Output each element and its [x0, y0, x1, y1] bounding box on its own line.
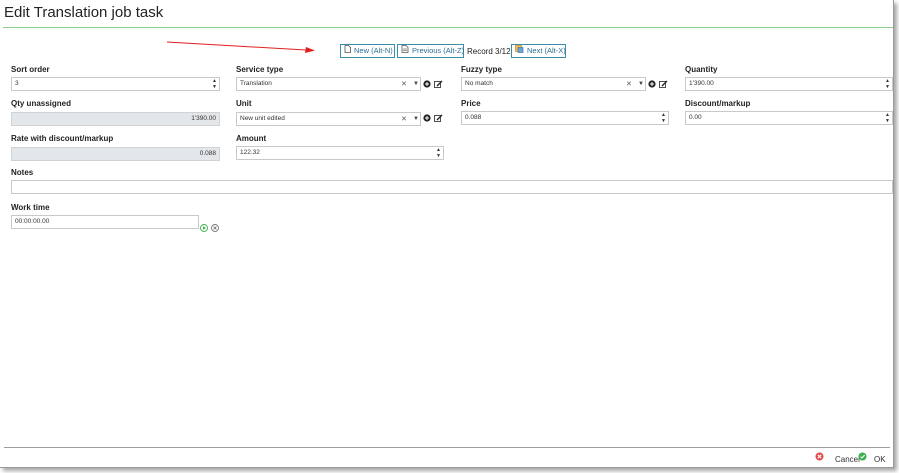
fuzzy-type-value: No match: [465, 80, 493, 87]
quantity-label: Quantity: [685, 65, 718, 74]
rate-with-discount-field: 0.088: [11, 147, 220, 161]
discount-stepper[interactable]: 0.00 ▲ ▼: [685, 111, 893, 125]
clear-icon[interactable]: ✕: [626, 78, 632, 91]
title-divider: [3, 27, 893, 28]
quantity-stepper[interactable]: 1'390.00 ▲ ▼: [685, 77, 893, 91]
discount-spinner[interactable]: ▲ ▼: [884, 112, 891, 124]
fuzzy-type-select[interactable]: No match ✕ ▼: [461, 77, 646, 91]
amount-stepper[interactable]: 122.32 ▲ ▼: [236, 146, 444, 160]
footer-divider: [4, 447, 890, 448]
sort-order-label: Sort order: [11, 65, 50, 74]
edit-fuzzy-type-icon[interactable]: [659, 80, 668, 92]
clear-icon[interactable]: ✕: [401, 78, 407, 91]
amount-label: Amount: [236, 134, 267, 143]
cancel-icon: [815, 452, 824, 463]
work-time-input[interactable]: 00:00:00.00: [11, 215, 199, 229]
add-unit-icon[interactable]: [423, 114, 431, 125]
price-value: 0.088: [465, 114, 482, 121]
annotation-arrow-icon: [166, 41, 315, 53]
qty-unassigned-label: Qty unassigned: [11, 99, 72, 108]
unit-label: Unit: [236, 99, 252, 108]
add-fuzzy-type-icon[interactable]: [648, 80, 656, 91]
fuzzy-type-label: Fuzzy type: [461, 65, 502, 74]
quantity-spinner[interactable]: ▲ ▼: [884, 78, 891, 90]
unit-value: New unit edited: [240, 115, 285, 122]
cancel-label: Cancel: [835, 455, 860, 464]
amount-spinner[interactable]: ▲ ▼: [435, 147, 442, 159]
edit-unit-icon[interactable]: [434, 114, 443, 126]
price-spinner[interactable]: ▲ ▼: [660, 112, 667, 124]
notes-input[interactable]: [11, 180, 893, 194]
ok-button[interactable]: OK: [858, 451, 886, 464]
record-counter: Record 3/12: [467, 47, 511, 56]
notes-label: Notes: [11, 168, 34, 177]
chevron-down-icon[interactable]: ▼: [413, 78, 419, 91]
previous-record-button[interactable]: Previous (Alt-Z): [397, 44, 464, 58]
play-timer-icon[interactable]: [200, 219, 208, 237]
ok-check-icon: [858, 452, 867, 463]
spin-down-icon[interactable]: ▼: [884, 118, 891, 124]
price-stepper[interactable]: 0.088 ▲ ▼: [461, 111, 669, 125]
cancel-button[interactable]: Cancel: [815, 451, 860, 464]
service-type-select[interactable]: Translation ✕ ▼: [236, 77, 421, 91]
service-type-value: Translation: [240, 80, 272, 87]
chevron-down-icon[interactable]: ▼: [413, 113, 419, 126]
next-record-label: Next (Alt-X): [527, 46, 566, 55]
new-document-icon: [344, 44, 351, 58]
quantity-value: 1'390.00: [689, 80, 714, 87]
service-type-label: Service type: [236, 65, 284, 74]
clear-icon[interactable]: ✕: [401, 113, 407, 126]
sort-order-spinner[interactable]: ▲ ▼: [211, 78, 218, 90]
add-service-type-icon[interactable]: [423, 80, 431, 91]
new-record-label: New (Alt-N): [354, 46, 393, 55]
new-record-button[interactable]: New (Alt-N): [340, 44, 395, 58]
chevron-down-icon[interactable]: ▼: [638, 78, 644, 91]
work-time-label: Work time: [11, 203, 50, 212]
edit-service-type-icon[interactable]: [434, 80, 443, 92]
amount-value: 122.32: [240, 149, 260, 156]
previous-document-icon: [401, 44, 409, 58]
discount-value: 0.00: [689, 114, 702, 121]
spin-down-icon[interactable]: ▼: [211, 84, 218, 90]
dialog-window: Edit Translation job task New (Alt-N) Pr…: [0, 0, 894, 468]
previous-record-label: Previous (Alt-Z): [412, 46, 465, 55]
spin-down-icon[interactable]: ▼: [660, 118, 667, 124]
sort-order-value: 3: [15, 80, 19, 87]
clear-timer-icon[interactable]: [211, 219, 219, 237]
next-record-icon: [515, 44, 524, 58]
spin-down-icon[interactable]: ▼: [435, 153, 442, 159]
price-label: Price: [461, 99, 481, 108]
spin-down-icon[interactable]: ▼: [884, 84, 891, 90]
discount-label: Discount/markup: [685, 99, 751, 108]
dialog-title: Edit Translation job task: [4, 4, 164, 21]
sort-order-stepper[interactable]: 3 ▲ ▼: [11, 77, 220, 91]
qty-unassigned-field: 1'390.00: [11, 112, 220, 126]
ok-label: OK: [874, 455, 886, 464]
unit-select[interactable]: New unit edited ✕ ▼: [236, 112, 421, 126]
next-record-button[interactable]: Next (Alt-X): [511, 44, 566, 58]
rate-with-discount-label: Rate with discount/markup: [11, 134, 114, 143]
